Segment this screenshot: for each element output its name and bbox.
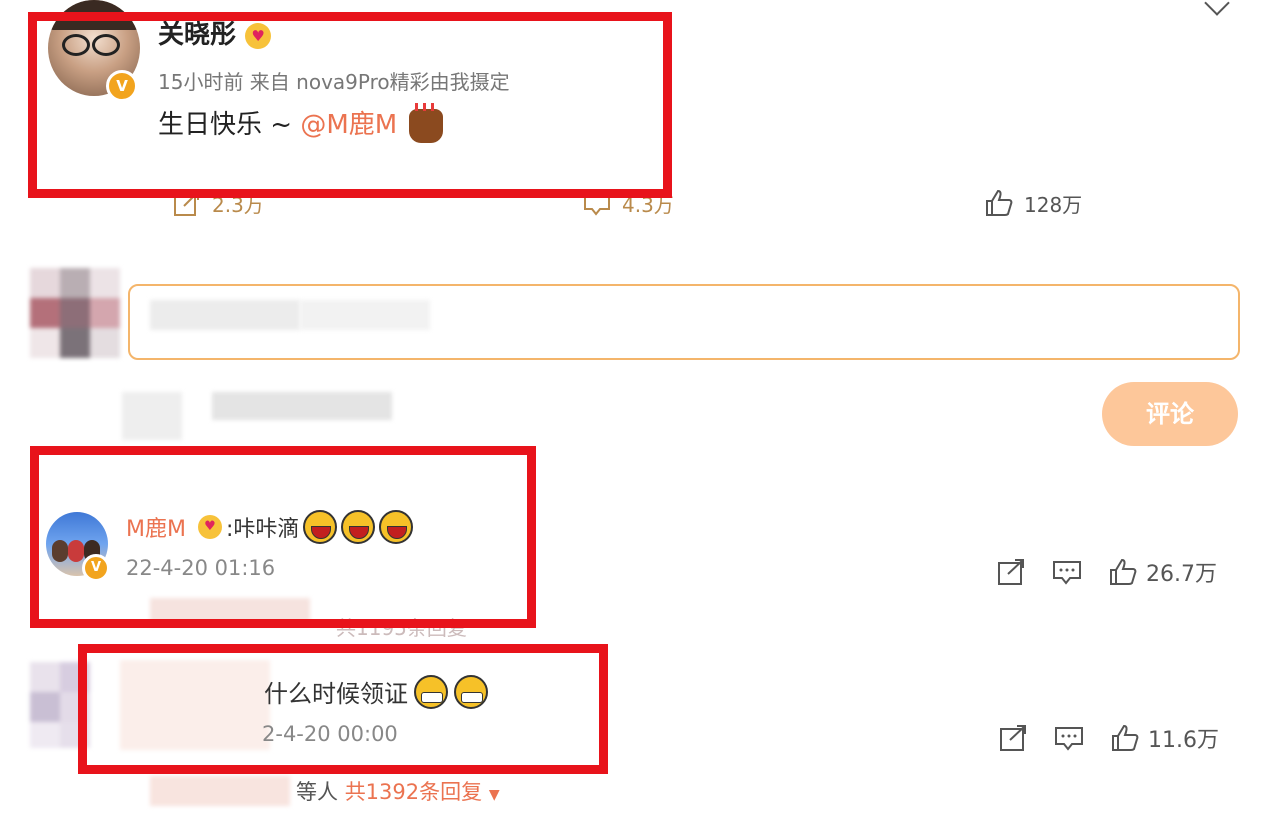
- like-button[interactable]: 128万: [984, 188, 1082, 218]
- thumbs-up-icon: [986, 189, 1013, 216]
- comment-like-button[interactable]: 26.7万: [1108, 556, 1217, 588]
- comment-actions: 11.6万: [998, 722, 1219, 754]
- chevron-down-icon[interactable]: [1204, 0, 1230, 16]
- highlight-box-comment-1: [30, 446, 536, 628]
- comment-input[interactable]: [128, 284, 1240, 360]
- highlight-box-post: [28, 12, 672, 198]
- blurred-toolbar: [122, 392, 182, 440]
- replies-link[interactable]: 等人 共1392条回复 ▼: [296, 776, 500, 806]
- caret-down-icon: ▼: [488, 787, 500, 803]
- comment-icon[interactable]: [1052, 557, 1082, 587]
- submit-comment-button[interactable]: 评论: [1102, 382, 1238, 446]
- share-icon[interactable]: [998, 723, 1028, 753]
- thumbs-up-icon: [1110, 558, 1137, 585]
- highlight-box-comment-2: [78, 644, 608, 774]
- comment-like-button[interactable]: 11.6万: [1110, 722, 1219, 754]
- comment-actions: 26.7万: [996, 556, 1217, 588]
- thumbs-up-icon: [1112, 724, 1139, 751]
- share-icon[interactable]: [996, 557, 1026, 587]
- blurred-toolbar-text: [212, 392, 392, 420]
- blurred-reply-avatars: [150, 776, 290, 806]
- comment-icon[interactable]: [1054, 723, 1084, 753]
